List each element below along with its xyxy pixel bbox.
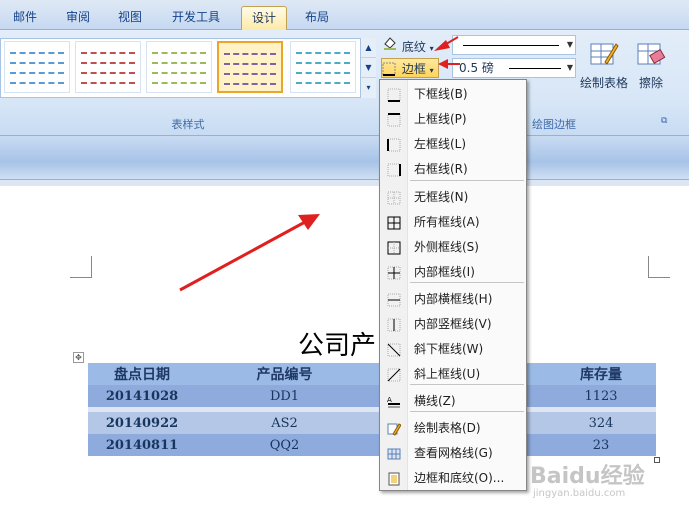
baidu-watermark-url: jingyan.baidu.com [533,488,626,499]
menu-item-label: 边框和底纹(O)... [414,471,505,485]
menu-item-label: 无框线(N) [414,190,469,204]
menu-item-label: 上框线(P) [414,112,467,126]
borders-dropdown-menu: 下框线(B) 上框线(P) 左框线(L) 右框线(R) 无框线(N) 所有框线(A) 外侧框… [379,79,527,491]
menu-item-label: 斜下框线(W) [414,342,484,356]
no-border-icon [387,190,401,205]
inside-horizontal-border-icon [387,292,401,307]
menu-item-label: 所有框线(A) [414,215,480,229]
menu-item-label: 内部横框线(H) [414,292,493,306]
borders-shading-icon [387,471,401,486]
menu-item-no-border[interactable]: 无框线(N) [380,186,526,208]
menu-item-all-borders[interactable]: 所有框线(A) [380,211,526,233]
menu-item-horizontal-line[interactable]: A 横线(Z) [380,390,526,412]
menu-item-label: 内部框线(I) [414,265,475,279]
right-border-icon [387,162,401,177]
menu-item-label: 下框线(B) [414,87,468,101]
outside-borders-icon [387,240,401,255]
svg-text:A: A [387,396,392,404]
menu-separator [410,384,524,385]
menu-item-outside-borders[interactable]: 外侧框线(S) [380,236,526,258]
menu-item-inside-horizontal-border[interactable]: 内部横框线(H) [380,288,526,310]
menu-item-label: 绘制表格(D) [414,421,481,435]
menu-item-bottom-border[interactable]: 下框线(B) [380,83,526,105]
menu-separator [410,180,524,181]
menu-item-left-border[interactable]: 左框线(L) [380,133,526,155]
annotation-arrowhead-borders [438,59,448,69]
annotation-arrowhead-shading [434,40,450,51]
menu-item-label: 查看网格线(G) [414,446,493,460]
diagonal-down-border-icon [387,342,401,357]
menu-item-label: 斜上框线(U) [414,367,481,381]
menu-item-top-border[interactable]: 上框线(P) [380,108,526,130]
all-borders-icon [387,215,401,230]
annotation-arrowhead-document [298,214,320,230]
menu-item-view-gridlines[interactable]: 查看网格线(G) [380,442,526,464]
menu-item-label: 横线(Z) [414,394,456,408]
menu-item-right-border[interactable]: 右框线(R) [380,158,526,180]
bottom-border-icon [387,87,401,102]
diagonal-up-border-icon [387,367,401,382]
annotation-arrows [179,36,460,292]
inside-borders-icon [387,265,401,280]
menu-item-label: 左框线(L) [414,137,467,151]
menu-item-inside-borders[interactable]: 内部框线(I) [380,261,526,283]
inside-vertical-border-icon [387,317,401,332]
menu-item-draw-table[interactable]: 绘制表格(D) [380,417,526,439]
baidu-watermark: Baidu经验 [530,464,645,489]
menu-item-diagonal-up-border[interactable]: 斜上框线(U) [380,363,526,385]
left-border-icon [387,137,401,152]
menu-separator [410,282,524,283]
menu-item-inside-vertical-border[interactable]: 内部竖框线(V) [380,313,526,335]
menu-item-label: 外侧框线(S) [414,240,479,254]
menu-item-label: 右框线(R) [414,162,468,176]
view-gridlines-icon [387,446,401,460]
menu-item-label: 内部竖框线(V) [414,317,492,331]
draw-table-icon [387,421,402,436]
annotation-arrow-document [179,220,306,292]
horizontal-line-icon: A [387,394,401,408]
menu-item-borders-shading[interactable]: 边框和底纹(O)... [380,467,526,489]
menu-item-diagonal-down-border[interactable]: 斜下框线(W) [380,338,526,360]
top-border-icon [387,112,401,127]
menu-separator [410,411,524,412]
